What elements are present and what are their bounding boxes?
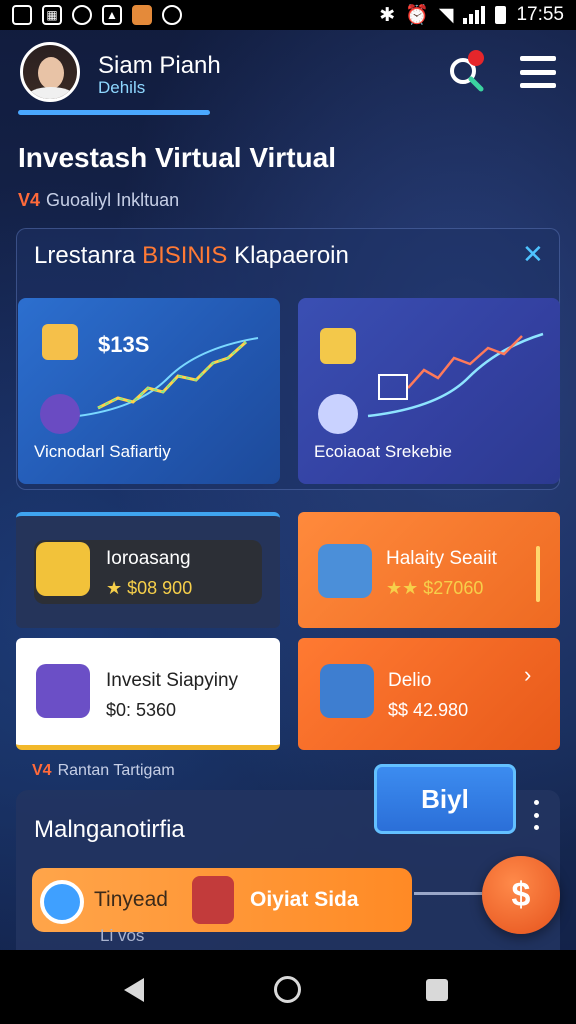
- rocket-icon: [36, 542, 90, 596]
- tile-amount: $0: 5360: [106, 700, 177, 720]
- notification-image-icon: ▲: [102, 5, 122, 25]
- notification-grid-icon: ▦: [42, 5, 62, 25]
- tile-name: Invesit Siapyiny: [106, 670, 239, 691]
- wifi-icon: ◥: [438, 4, 454, 26]
- home-icon[interactable]: [274, 976, 301, 1003]
- user-name: Siam Pianh: [98, 52, 221, 79]
- management-title: Malnganotirfia: [34, 816, 185, 843]
- search-magnifier-icon: [40, 880, 84, 924]
- status-bar-left: ▦ ▲: [12, 5, 182, 25]
- action-left-label[interactable]: Tinyead: [94, 888, 168, 912]
- user-subtitle[interactable]: Dehils: [98, 78, 145, 98]
- tile-name: Ioroasang: [106, 548, 191, 569]
- card-value: $13S: [98, 332, 150, 357]
- investment-card-1[interactable]: $13S Vicnodarl Safiartiy: [18, 298, 280, 484]
- notification-app-icon: [12, 5, 32, 25]
- status-bar-right: ✱ ⏰ ◥ 17:55: [379, 3, 564, 27]
- check-icon: [192, 876, 234, 924]
- section-text: Rantan Tartigam: [57, 762, 175, 779]
- panel-title: Lrestanra BISINIS Klapaeroin: [34, 242, 349, 270]
- gem-icon: [40, 394, 80, 434]
- notification-badge: [468, 50, 484, 66]
- panel-title-highlight: BISINIS: [142, 242, 228, 269]
- investment-card-2[interactable]: Ecoiaoat Srekebie: [298, 298, 560, 484]
- buy-button[interactable]: Biyl: [374, 764, 516, 834]
- card-label: Ecoiaoat Srekebie: [314, 442, 452, 461]
- gear-box-icon: [318, 394, 358, 434]
- tile-amount: ★★ $27060: [386, 578, 484, 598]
- crate-icon: [42, 324, 78, 360]
- status-time: 17:55: [516, 4, 564, 25]
- section-label: V4 Rantan Tartigam: [32, 762, 175, 780]
- close-icon[interactable]: ✕: [522, 240, 544, 268]
- menu-icon[interactable]: [520, 56, 556, 88]
- status-bar: ▦ ▲ ✱ ⏰ ◥ 17:55: [0, 0, 576, 30]
- panel-title-pre: Lrestanra: [34, 242, 136, 269]
- page-title: Investash Virtual Virtual: [18, 142, 336, 173]
- cut-off-text: Li vos: [100, 926, 145, 945]
- chevron-right-icon[interactable]: ›: [524, 662, 531, 688]
- tile-amount: ★ $08 900: [106, 578, 193, 598]
- scroll-indicator: [536, 546, 540, 602]
- avatar-face: [38, 57, 64, 89]
- bluetooth-icon: ✱: [379, 4, 396, 26]
- card-label: Vicnodarl Safiartiy: [34, 442, 171, 461]
- tile-name: Halaity Seaiit: [386, 548, 497, 569]
- signal-icon: [463, 6, 486, 24]
- alarm-icon: ⏰: [405, 5, 429, 26]
- subtitle-tag: V4: [18, 190, 41, 210]
- shop-icon: [320, 664, 374, 718]
- active-tab-indicator: [18, 110, 210, 115]
- page-subtitle: V4 Guoaliyl Inkltuan: [18, 190, 179, 211]
- notification-chat-icon: [72, 5, 92, 25]
- notification-game-icon: [132, 5, 152, 25]
- more-options-icon[interactable]: [532, 800, 540, 830]
- tile-amount: $$ 42.980: [388, 700, 469, 720]
- battery-icon: [495, 6, 507, 24]
- tablet-icon: [36, 664, 90, 718]
- dollar-fab-button[interactable]: $: [482, 856, 560, 934]
- frame-icon: [378, 374, 408, 400]
- subtitle-text: Guoaliyl Inkltuan: [46, 190, 180, 210]
- tile-name: Delio: [388, 670, 432, 691]
- connector-line: [414, 892, 482, 895]
- action-right-label[interactable]: Oiyiat Sida: [250, 888, 359, 912]
- panel-title-post: Klapaeroin: [234, 242, 349, 269]
- notification-shield-icon: [162, 5, 182, 25]
- back-icon[interactable]: [124, 978, 144, 1002]
- avatar[interactable]: [20, 42, 80, 102]
- books-icon: [318, 544, 372, 598]
- recent-apps-icon[interactable]: [426, 979, 448, 1001]
- section-tag: V4: [32, 762, 52, 779]
- app-header: Siam Pianh Dehils: [0, 30, 576, 118]
- crate-icon: [320, 328, 356, 364]
- avatar-shoulders: [27, 87, 75, 99]
